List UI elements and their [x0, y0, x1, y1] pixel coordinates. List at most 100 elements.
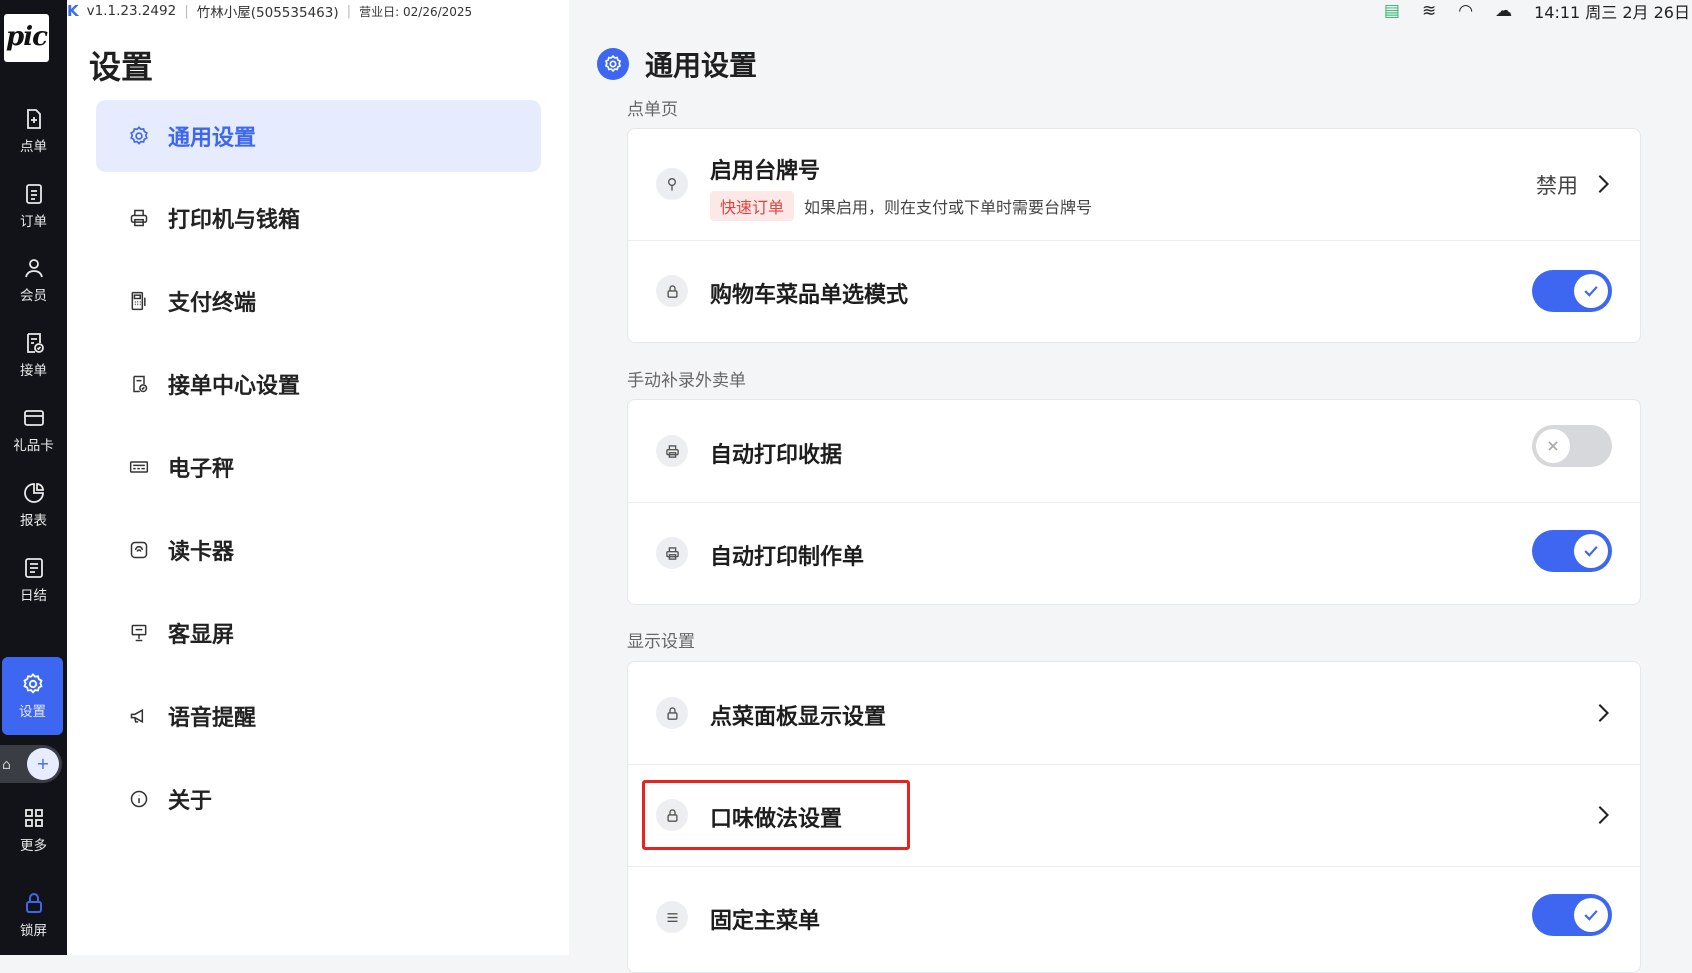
fixed-menu-toggle[interactable]: [1532, 894, 1612, 936]
add-document-icon: +: [27, 748, 59, 780]
gear-icon: [128, 125, 150, 147]
section-label-manual-delivery: 手动补录外卖单: [627, 371, 746, 391]
auto-receipt-toggle[interactable]: [1532, 425, 1612, 467]
table-number-value: 禁用: [1536, 174, 1578, 198]
nav-label: 报表: [20, 513, 47, 529]
member-icon: [24, 259, 43, 278]
divider: |: [184, 3, 189, 19]
menu-voice-alert[interactable]: 语音提醒: [96, 680, 541, 752]
menu-label: 语音提醒: [168, 706, 257, 731]
nav-more[interactable]: 更多: [0, 795, 67, 865]
row-description: 如果启用，则在支付或下单时需要台牌号: [804, 198, 1093, 217]
info-icon: [128, 789, 150, 809]
quick-order-tag: 快速订单: [710, 191, 795, 221]
printer-icon: [128, 208, 150, 228]
menu-label: 客显屏: [168, 623, 235, 648]
add-document-icon: [26, 109, 41, 129]
daily-close-icon: [24, 558, 43, 578]
printer-icon: [656, 537, 688, 569]
menu-payment-terminal[interactable]: 支付终端: [96, 265, 541, 337]
lock-icon: [25, 893, 42, 913]
page-title: 设置: [89, 48, 154, 86]
wifi-icon: ◠: [1458, 1, 1474, 21]
app-logo: pic: [4, 14, 49, 62]
megaphone-icon: [128, 706, 150, 726]
auto-kitchen-toggle[interactable]: [1532, 530, 1612, 572]
menu-customer-display[interactable]: 客显屏: [96, 597, 541, 669]
table-number-row[interactable]: 启用台牌号 快速订单 如果启用，则在支付或下单时需要台牌号 禁用: [628, 129, 1640, 241]
store-name: 竹林小屋(505535463): [196, 5, 339, 21]
nav-gift-card[interactable]: 礼品卡: [0, 395, 67, 465]
nav-label: 礼品卡: [13, 438, 54, 454]
order-list-icon: [25, 184, 42, 204]
customer-display-icon: [128, 623, 150, 643]
gift-card-icon: [23, 410, 44, 426]
row-subtitle: 快速订单 如果启用，则在支付或下单时需要台牌号: [710, 191, 1092, 221]
auto-kitchen-ticket-row: 自动打印制作单: [628, 502, 1640, 604]
nav-label: 会员: [20, 288, 47, 304]
menu-label: 通用设置: [168, 126, 257, 151]
nav-daily-close[interactable]: 日结: [0, 545, 67, 615]
nav-accept[interactable]: 接单: [0, 320, 67, 390]
order-center-icon: [128, 374, 150, 394]
printer-icon: [656, 435, 688, 467]
nav-settings[interactable]: 设置: [2, 657, 63, 735]
nav-orders[interactable]: 订单: [0, 171, 67, 241]
chevron-right-icon: [1598, 175, 1610, 193]
row-title: 固定主菜单: [710, 909, 821, 934]
order-page-card: 启用台牌号 快速订单 如果启用，则在支付或下单时需要台牌号 禁用 购物车菜品单选…: [627, 128, 1641, 343]
left-nav-rail: pic 点单 订单 会员 接单 礼品卡 报表 日结 设置 ⌂ + 更多 锁屏: [0, 0, 67, 955]
settings-menu-panel: 设置 通用设置 打印机与钱箱 支付终端 接单中心设置 电子秤 读卡器 客显屏 语…: [67, 0, 569, 955]
nav-label: 设置: [19, 704, 46, 720]
row-title: 自动打印制作单: [710, 545, 865, 570]
nav-lock[interactable]: 锁屏: [0, 880, 67, 950]
nav-order[interactable]: 点单: [0, 96, 67, 166]
lamp-icon: ⌂: [2, 757, 11, 773]
row-title: 购物车菜品单选模式: [710, 283, 909, 308]
row-title: 自动打印收据: [710, 443, 843, 468]
cart-single-toggle[interactable]: [1532, 270, 1612, 312]
menu-label: 打印机与钱箱: [168, 208, 301, 233]
cart-single-select-row: 购物车菜品单选模式: [628, 240, 1640, 342]
battery-icon: ▤: [1383, 1, 1400, 21]
grid-icon: [24, 809, 43, 827]
menu-label: 接单中心设置: [168, 374, 301, 399]
chevron-right-icon: [1598, 806, 1610, 824]
nav-label: 订单: [20, 214, 47, 230]
section-label-display: 显示设置: [627, 632, 695, 652]
system-tray: ▤ ≋ ◠ ☁ 14:11 周三 2月 26日: [1384, 0, 1692, 22]
check-icon: [1574, 274, 1608, 308]
gear-icon: [22, 673, 43, 694]
row-title: 启用台牌号: [710, 159, 821, 184]
chevron-right-icon: [1598, 704, 1610, 722]
nav-label: 日结: [20, 588, 47, 604]
menu-general-settings[interactable]: 通用设置: [96, 100, 541, 172]
menu-printer[interactable]: 打印机与钱箱: [96, 182, 541, 254]
menu-card-reader[interactable]: 读卡器: [96, 514, 541, 586]
floating-quick-order[interactable]: ⌂ +: [0, 745, 62, 783]
app-version: v1.1.23.2492: [86, 3, 177, 19]
menu-about[interactable]: 关于: [96, 763, 541, 835]
menu-scale[interactable]: 电子秤: [96, 431, 541, 503]
divider: |: [346, 3, 352, 19]
content-title: 通用设置: [645, 49, 758, 82]
clock: 14:11 周三 2月 26日: [1534, 3, 1690, 22]
menu-label: 关于: [168, 789, 213, 814]
auto-receipt-row: 自动打印收据: [628, 400, 1640, 503]
close-icon: [1536, 429, 1570, 463]
terminal-icon: [128, 291, 150, 311]
manual-delivery-card: 自动打印收据 自动打印制作单: [627, 399, 1641, 605]
nav-label: 更多: [20, 838, 47, 854]
nav-reports[interactable]: 报表: [0, 470, 67, 540]
nav-member[interactable]: 会员: [0, 245, 67, 315]
menu-order-center[interactable]: 接单中心设置: [96, 348, 541, 420]
nav-label: 点单: [20, 139, 47, 155]
check-icon: [1574, 534, 1608, 568]
pie-chart-icon: [23, 483, 44, 503]
fixed-main-menu-row: 固定主菜单: [628, 866, 1640, 968]
lock-icon: [656, 275, 688, 307]
menu-panel-display-row[interactable]: 点菜面板显示设置: [628, 662, 1640, 765]
menu-lines-icon: [656, 901, 688, 933]
cloud-icon: ☁: [1495, 1, 1513, 21]
menu-label: 读卡器: [168, 540, 235, 565]
